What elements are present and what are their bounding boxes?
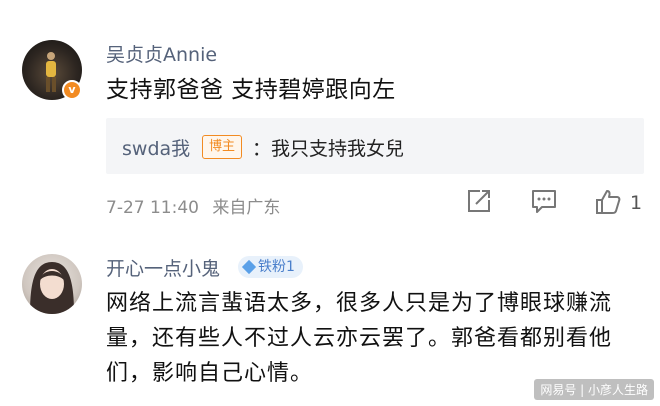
avatar-figure-icon [46,52,56,92]
diamond-icon [241,259,257,275]
fan-badge: 铁粉1 [238,256,303,278]
comment-text: 网络上流言蜚语太多，很多人只是为了博眼球赚流量，还有些人不过人云亦云罢了。郭爸看… [106,291,613,386]
fan-badge-label: 铁粉1 [258,259,295,275]
share-icon [468,190,490,212]
verified-badge: v [62,80,82,100]
comment-username[interactable]: 开心一点小鬼 [106,254,220,281]
avatar-portrait-icon [30,262,74,314]
blogger-tag: 博主 [202,135,243,159]
like-button[interactable] [594,188,622,216]
timestamp: 7-27 11:40 [106,198,199,218]
location: 来自广东 [212,198,281,218]
avatar[interactable] [22,254,82,314]
reply-text: ：我只支持我女兒 [252,138,405,160]
comment-item: v 吴贞贞Annie 支持郭爸爸 支持碧婷跟向左 swda我 博主 ：我只支持我… [0,0,660,232]
reply-username[interactable]: swda我 [122,134,190,161]
comment-icon [532,190,556,213]
like-count: 1 [630,192,643,214]
comment-button[interactable] [530,188,558,214]
share-button[interactable] [466,188,492,214]
reply-box[interactable]: swda我 博主 ：我只支持我女兒 [106,118,644,174]
comment-username[interactable]: 吴贞贞Annie [106,40,217,67]
watermark: 网易号 | 小彦人生路 [534,379,654,400]
comment-text: 支持郭爸爸 支持碧婷跟向左 [106,77,396,103]
comment-meta: 7-27 11:40 来自广东 [106,193,288,218]
like-icon [596,190,621,214]
